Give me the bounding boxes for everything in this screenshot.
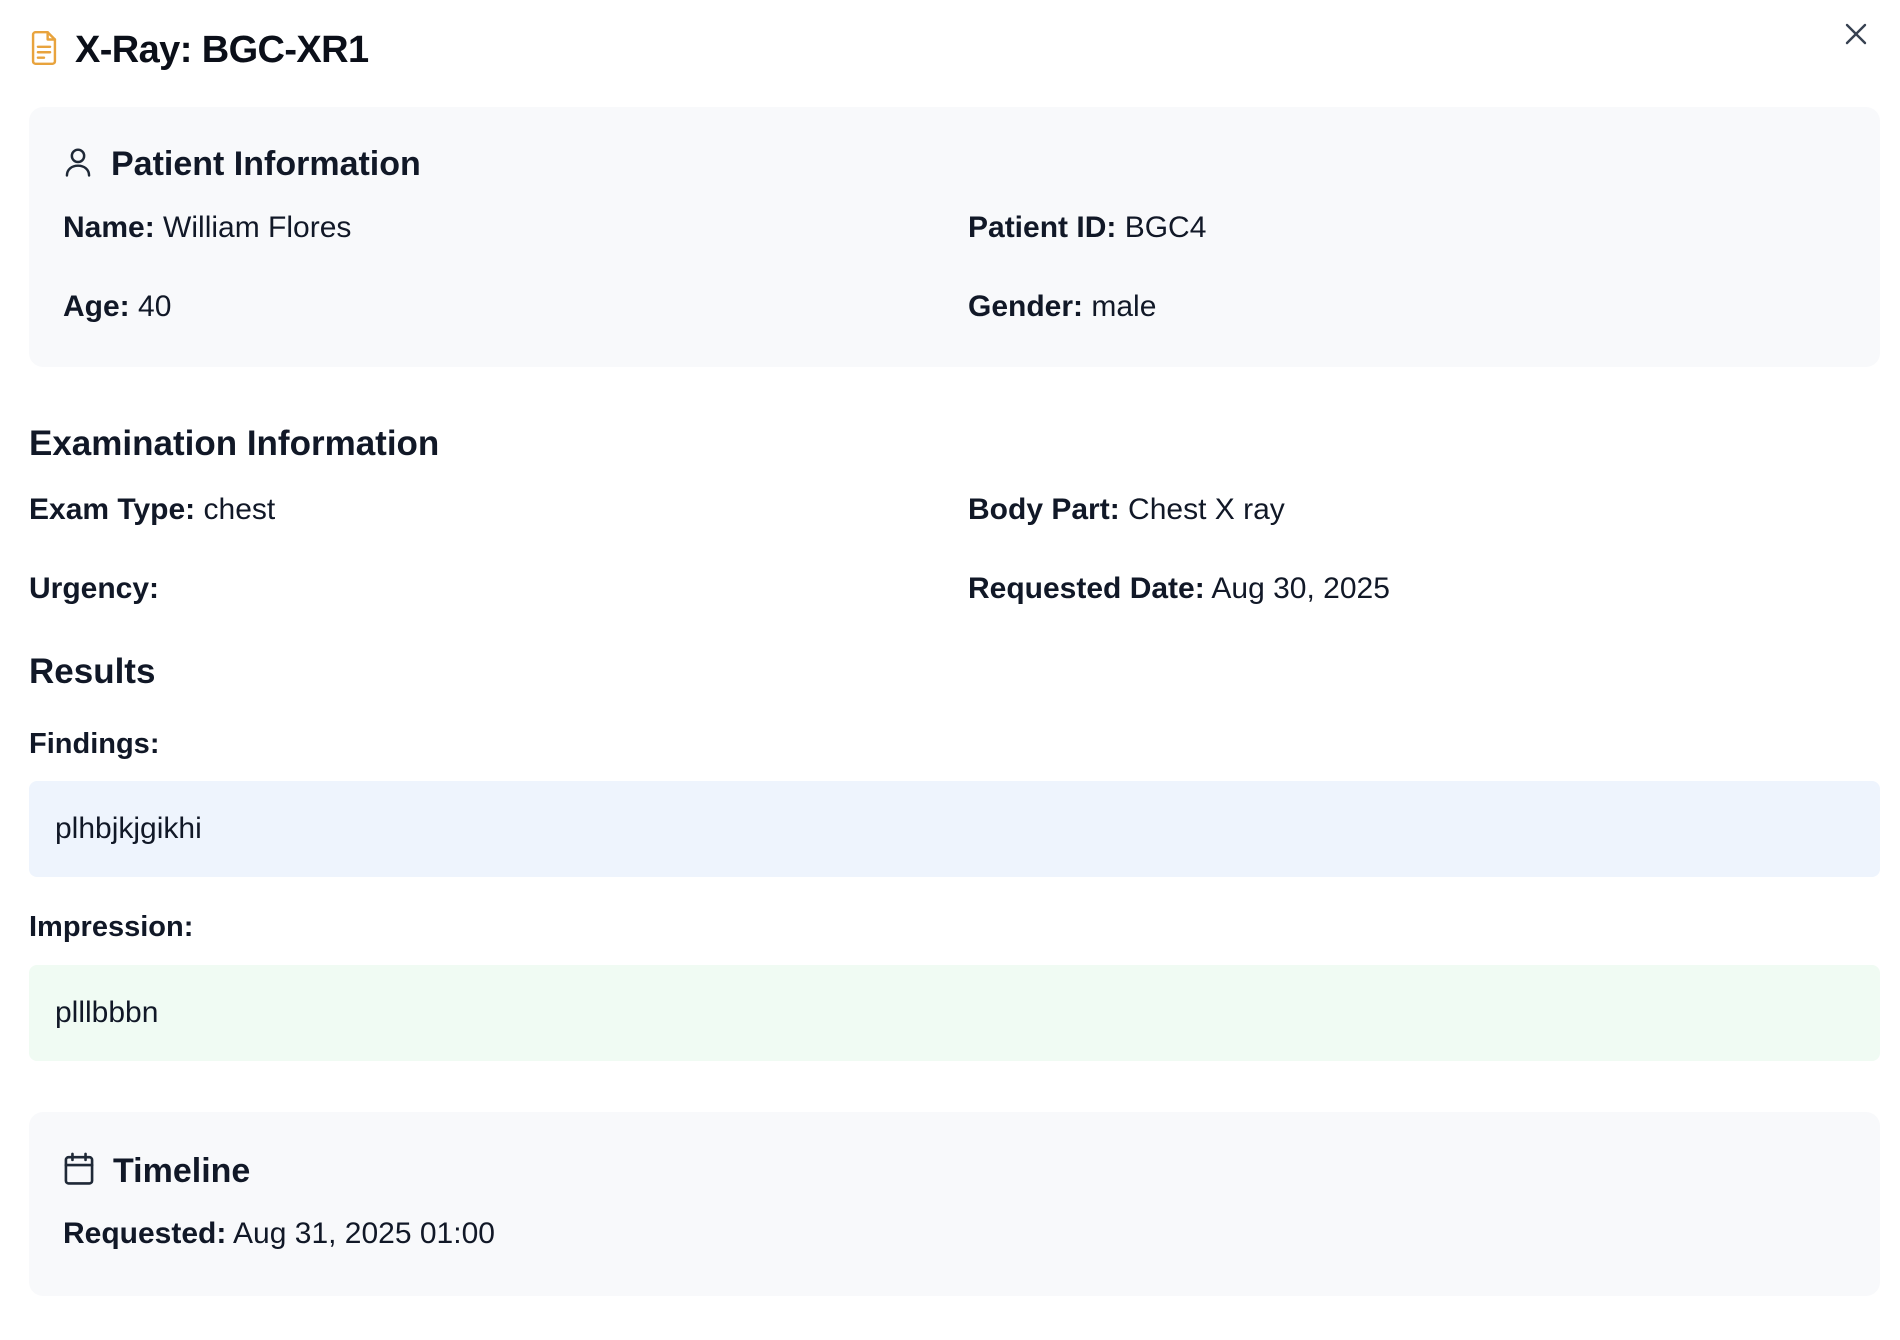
patient-gender-field: Gender: male (968, 290, 1157, 323)
patient-name-field: Name: William Flores (63, 211, 352, 244)
requested-date-field: Requested Date: Aug 30, 2025 (968, 572, 1390, 605)
exam-info-heading: Examination Information (29, 424, 440, 463)
requested-date-value: Aug 30, 2025 (1211, 572, 1390, 605)
patient-gender-value: male (1091, 290, 1157, 323)
exam-type-field: Exam Type: chest (29, 493, 276, 526)
urgency-field: Urgency: (29, 572, 160, 605)
close-button[interactable] (1836, 14, 1876, 54)
impression-label: Impression: (29, 911, 194, 943)
body-part-field: Body Part: Chest X ray (968, 493, 1285, 526)
user-icon (63, 146, 93, 183)
patient-info-heading: Patient Information (111, 145, 421, 183)
timeline-card: Timeline Requested: Aug 31, 2025 01:00 (29, 1112, 1880, 1296)
impression-text: plllbbbn (55, 996, 159, 1029)
patient-name-value: William Flores (163, 211, 352, 244)
results-heading: Results (29, 652, 156, 691)
requested-field: Requested: Aug 31, 2025 01:00 (63, 1217, 495, 1250)
modal-header: X-Ray: BGC-XR1 (29, 26, 369, 74)
patient-id-field: Patient ID: BGC4 (968, 211, 1207, 244)
xray-detail-modal: X-Ray: BGC-XR1 Patient Information Name:… (0, 0, 1900, 1340)
patient-id-value: BGC4 (1124, 211, 1207, 244)
modal-title: X-Ray: BGC-XR1 (75, 28, 369, 71)
patient-age-field: Age: 40 (63, 290, 172, 323)
timeline-heading: Timeline (113, 1152, 251, 1190)
calendar-icon (63, 1152, 95, 1191)
impression-box: plllbbbn (29, 965, 1880, 1061)
findings-box: plhbjkjgikhi (29, 781, 1880, 877)
body-part-value: Chest X ray (1128, 493, 1285, 526)
findings-text: plhbjkjgikhi (55, 812, 202, 845)
close-icon (1845, 23, 1867, 45)
patient-info-card: Patient Information Name: William Flores… (29, 107, 1880, 367)
findings-label: Findings: (29, 728, 160, 760)
timeline-header: Timeline (63, 1152, 250, 1191)
requested-value: Aug 31, 2025 01:00 (233, 1217, 495, 1250)
document-icon (29, 30, 59, 70)
patient-age-value: 40 (138, 290, 172, 323)
patient-info-header: Patient Information (63, 145, 421, 184)
exam-type-value: chest (203, 493, 276, 526)
